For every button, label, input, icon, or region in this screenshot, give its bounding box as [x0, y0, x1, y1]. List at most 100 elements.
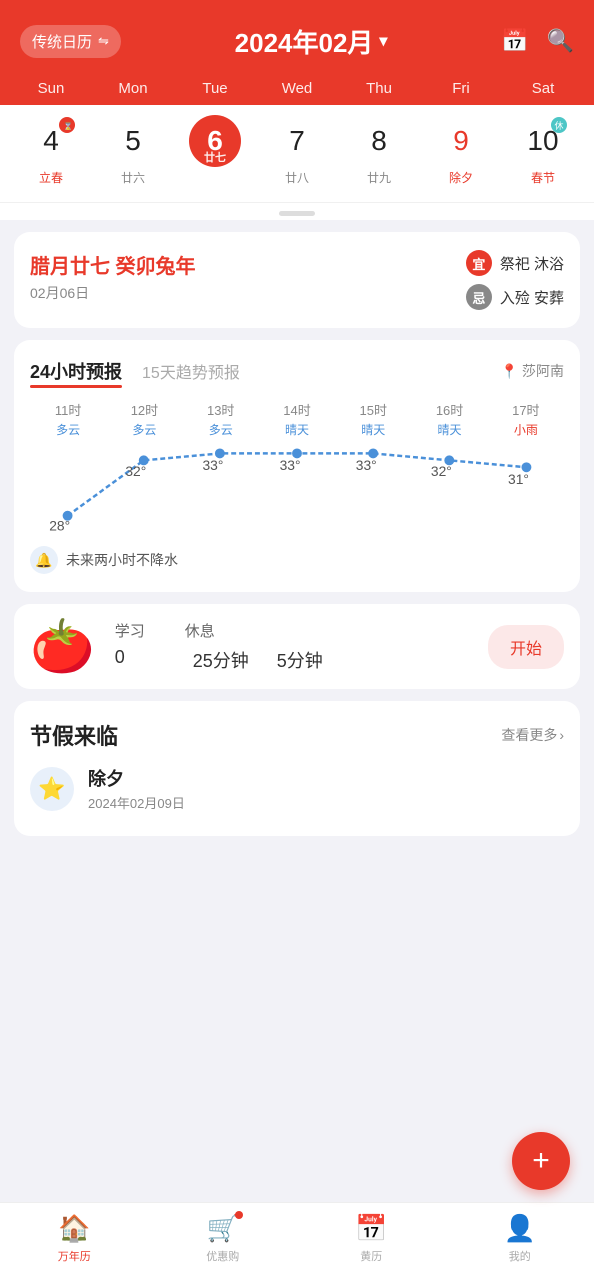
holiday-star-icon: ⭐ [30, 767, 74, 811]
date-cell-4[interactable]: ⌛ 4 立春 [16, 115, 86, 186]
nav-label-deals: 优惠购 [206, 1248, 239, 1264]
nav-icon-deals-wrapper: 🛒 [207, 1213, 239, 1244]
date-cell-6[interactable]: 6 廿七 [180, 115, 250, 186]
nav-item-almanac[interactable]: 📅 黄历 [336, 1213, 406, 1264]
year-month-label: 2024年02月 [235, 23, 374, 60]
lunar-card-content: 腊月廿七 癸卯兔年 02月06日 宜 祭祀 沐浴 忌 入殓 安葬 [30, 250, 564, 310]
search-icon[interactable]: 🔍 [547, 28, 574, 54]
bell-icon: 🔔 [30, 546, 58, 574]
holiday-item-chuxi[interactable]: ⭐ 除夕 2024年02月09日 [30, 765, 564, 812]
date-num-8: 8 [353, 115, 405, 167]
holiday-name: 除夕 [88, 765, 185, 791]
date-num-6: 6 廿七 [189, 115, 241, 167]
inauspicious-text: 入殓 安葬 [500, 287, 564, 308]
hour-14: 14时 晴天 [259, 400, 335, 438]
date-cell-9[interactable]: 9 除夕 [426, 115, 496, 186]
pomodoro-card: 🍅 学习 休息 0 25分钟 5分钟 开始 [14, 604, 580, 689]
pomodoro-label-study: 学习 [115, 620, 145, 641]
calendar-type-selector[interactable]: 传统日历 ⇋ [20, 25, 121, 58]
temp-label-2: 32° [125, 463, 146, 479]
hour-17: 17时 小雨 [488, 400, 564, 438]
holiday-card: 节假来临 查看更多 › ⭐ 除夕 2024年02月09日 [14, 701, 580, 836]
nav-label-calendar: 万年历 [58, 1248, 91, 1264]
lunar-activities: 宜 祭祀 沐浴 忌 入殓 安葬 [466, 250, 564, 310]
hour-cond-14: 晴天 [285, 421, 309, 438]
date-num-4: ⌛ 4 [25, 115, 77, 167]
hour-time-15: 15时 [360, 400, 387, 419]
weather-card: 24小时预报 15天趋势预报 📍 莎阿南 11时 多云 12时 多云 13时 多… [14, 340, 580, 592]
date-num-9: 9 [435, 115, 487, 167]
pomodoro-start-button[interactable]: 开始 [488, 625, 564, 669]
lunar-7: 廿八 [285, 169, 309, 186]
temp-label-3: 33° [202, 457, 223, 473]
nav-item-deals[interactable]: 🛒 优惠购 [188, 1213, 258, 1264]
date-cell-5[interactable]: 5 廿六 [98, 115, 168, 186]
lunar-5: 廿六 [121, 169, 145, 186]
weather-tab-15d[interactable]: 15天趋势预报 [142, 359, 240, 383]
rain-text: 未来两小时不降水 [66, 550, 178, 570]
weather-location: 📍 莎阿南 [501, 361, 564, 381]
lunar-4: 立春 [39, 169, 63, 186]
lunar-card-left: 腊月廿七 癸卯兔年 02月06日 [30, 250, 196, 303]
lunar-info-card: 腊月廿七 癸卯兔年 02月06日 宜 祭祀 沐浴 忌 入殓 安葬 [14, 232, 580, 328]
fab-button[interactable]: + [512, 1132, 570, 1190]
hour-cond-17: 小雨 [514, 421, 538, 438]
hour-time-16: 16时 [436, 400, 463, 419]
pomodoro-icon: 🍅 [30, 616, 95, 677]
lunar-9: 除夕 [449, 169, 473, 186]
hour-cond-12: 多云 [132, 421, 156, 438]
hour-time-13: 13时 [207, 400, 234, 419]
hour-cond-16: 晴天 [438, 421, 462, 438]
hour-12: 12时 多云 [106, 400, 182, 438]
app-header: 传统日历 ⇋ 2024年02月 ▾ 📅 🔍 [0, 0, 594, 80]
holiday-more-link[interactable]: 查看更多 › [501, 725, 564, 745]
auspicious-text: 祭祀 沐浴 [500, 253, 564, 274]
hour-11: 11时 多云 [30, 400, 106, 438]
hour-cond-15: 晴天 [361, 421, 385, 438]
hour-13: 13时 多云 [183, 400, 259, 438]
weekday-sun: Sun [16, 80, 86, 97]
lunar-card-date: 02月06日 [30, 283, 196, 303]
bottom-navigation: 🏠 万年历 🛒 优惠购 📅 黄历 👤 我的 [0, 1202, 594, 1280]
temp-label-7: 31° [508, 471, 529, 487]
date-cell-10[interactable]: 休 10 春节 [508, 115, 578, 186]
date-num-10: 休 10 [517, 115, 569, 167]
date-num-7: 7 [271, 115, 323, 167]
nav-label-profile: 我的 [509, 1248, 531, 1264]
temperature-chart: 28° 32° 33° 33° 33° 32° 31° [30, 446, 564, 536]
nav-label-almanac: 黄历 [360, 1248, 382, 1264]
nav-item-calendar[interactable]: 🏠 万年历 [39, 1213, 109, 1264]
hourly-row: 11时 多云 12时 多云 13时 多云 14时 晴天 15时 晴天 16时 晴… [30, 400, 564, 438]
weekday-sat: Sat [508, 80, 578, 97]
date-num-5: 5 [107, 115, 159, 167]
temp-chart-svg: 28° 32° 33° 33° 33° 32° 31° [30, 446, 564, 536]
scroll-indicator [0, 203, 594, 220]
pomodoro-values: 0 25分钟 5分钟 [115, 647, 488, 673]
pomodoro-labels: 学习 休息 [115, 620, 488, 641]
date-badge-10: 休 [551, 117, 567, 133]
weather-tab-24h[interactable]: 24小时预报 [30, 358, 122, 384]
temp-label-5: 33° [356, 457, 377, 473]
date-cell-8[interactable]: 8 廿九 [344, 115, 414, 186]
chevron-right-icon: › [559, 727, 564, 743]
holiday-title: 节假来临 [30, 719, 118, 751]
pomodoro-label-rest: 休息 [185, 620, 215, 641]
rain-notice: 🔔 未来两小时不降水 [30, 546, 564, 574]
calendar-view-icon[interactable]: 📅 [501, 28, 528, 54]
holiday-more-label: 查看更多 [501, 725, 557, 745]
year-month-selector[interactable]: 2024年02月 ▾ [235, 23, 388, 60]
lunar-6-inner: 廿七 [204, 149, 226, 165]
lunar-8: 廿九 [367, 169, 391, 186]
date-cell-7[interactable]: 7 廿八 [262, 115, 332, 186]
holiday-date: 2024年02月09日 [88, 793, 185, 812]
weekday-wed: Wed [262, 80, 332, 97]
weekday-fri: Fri [426, 80, 496, 97]
nav-icon-calendar: 🏠 [58, 1213, 90, 1244]
weekday-tue: Tue [180, 80, 250, 97]
nav-item-profile[interactable]: 👤 我的 [485, 1213, 555, 1264]
activity-auspicious: 宜 祭祀 沐浴 [466, 250, 564, 276]
location-name: 莎阿南 [522, 361, 564, 381]
weekday-mon: Mon [98, 80, 168, 97]
lunar-10: 春节 [531, 169, 555, 186]
lunar-card-title: 腊月廿七 癸卯兔年 [30, 250, 196, 279]
